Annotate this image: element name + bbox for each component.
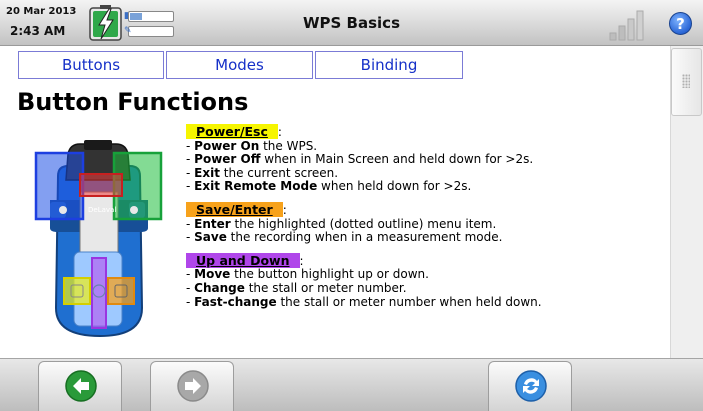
help-button[interactable]: ? (669, 12, 692, 35)
up-down-label: Up and Down (186, 252, 300, 268)
device-brand-label: DeLaval (88, 206, 116, 214)
tab-modes[interactable]: Modes (166, 51, 313, 79)
button-descriptions: Power/Esc: - Power On the WPS. - Power O… (186, 124, 542, 317)
power-esc-section: Power/Esc: - Power On the WPS. - Power O… (186, 124, 534, 194)
back-arrow-icon (65, 370, 97, 402)
up-down-section: Up and Down: - Move the button highlight… (186, 252, 542, 309)
forward-arrow-icon (177, 370, 209, 402)
save-enter-section: Save/Enter: - Enter the highlighted (dot… (186, 201, 503, 245)
tab-buttons[interactable]: Buttons (18, 51, 164, 79)
refresh-button[interactable] (488, 361, 572, 411)
tab-bar: Buttons Modes Binding (18, 51, 465, 79)
page-title: WPS Basics (302, 14, 400, 32)
title-bar: 20 Mar 2013 2:43 AM ▮ ✎ WPS Basics ? (0, 0, 703, 46)
refresh-icon (515, 370, 547, 402)
scrollbar-grip-icon (682, 74, 690, 88)
forward-button[interactable] (150, 361, 234, 411)
section-heading: Button Functions (17, 88, 249, 116)
power-esc-label: Power/Esc (186, 124, 278, 139)
tab-binding[interactable]: Binding (315, 51, 463, 79)
device-illustration: DeLaval (34, 140, 163, 338)
save-enter-label: Save/Enter (186, 201, 283, 217)
signal-bars-icon (609, 10, 644, 41)
back-button[interactable] (38, 361, 122, 411)
